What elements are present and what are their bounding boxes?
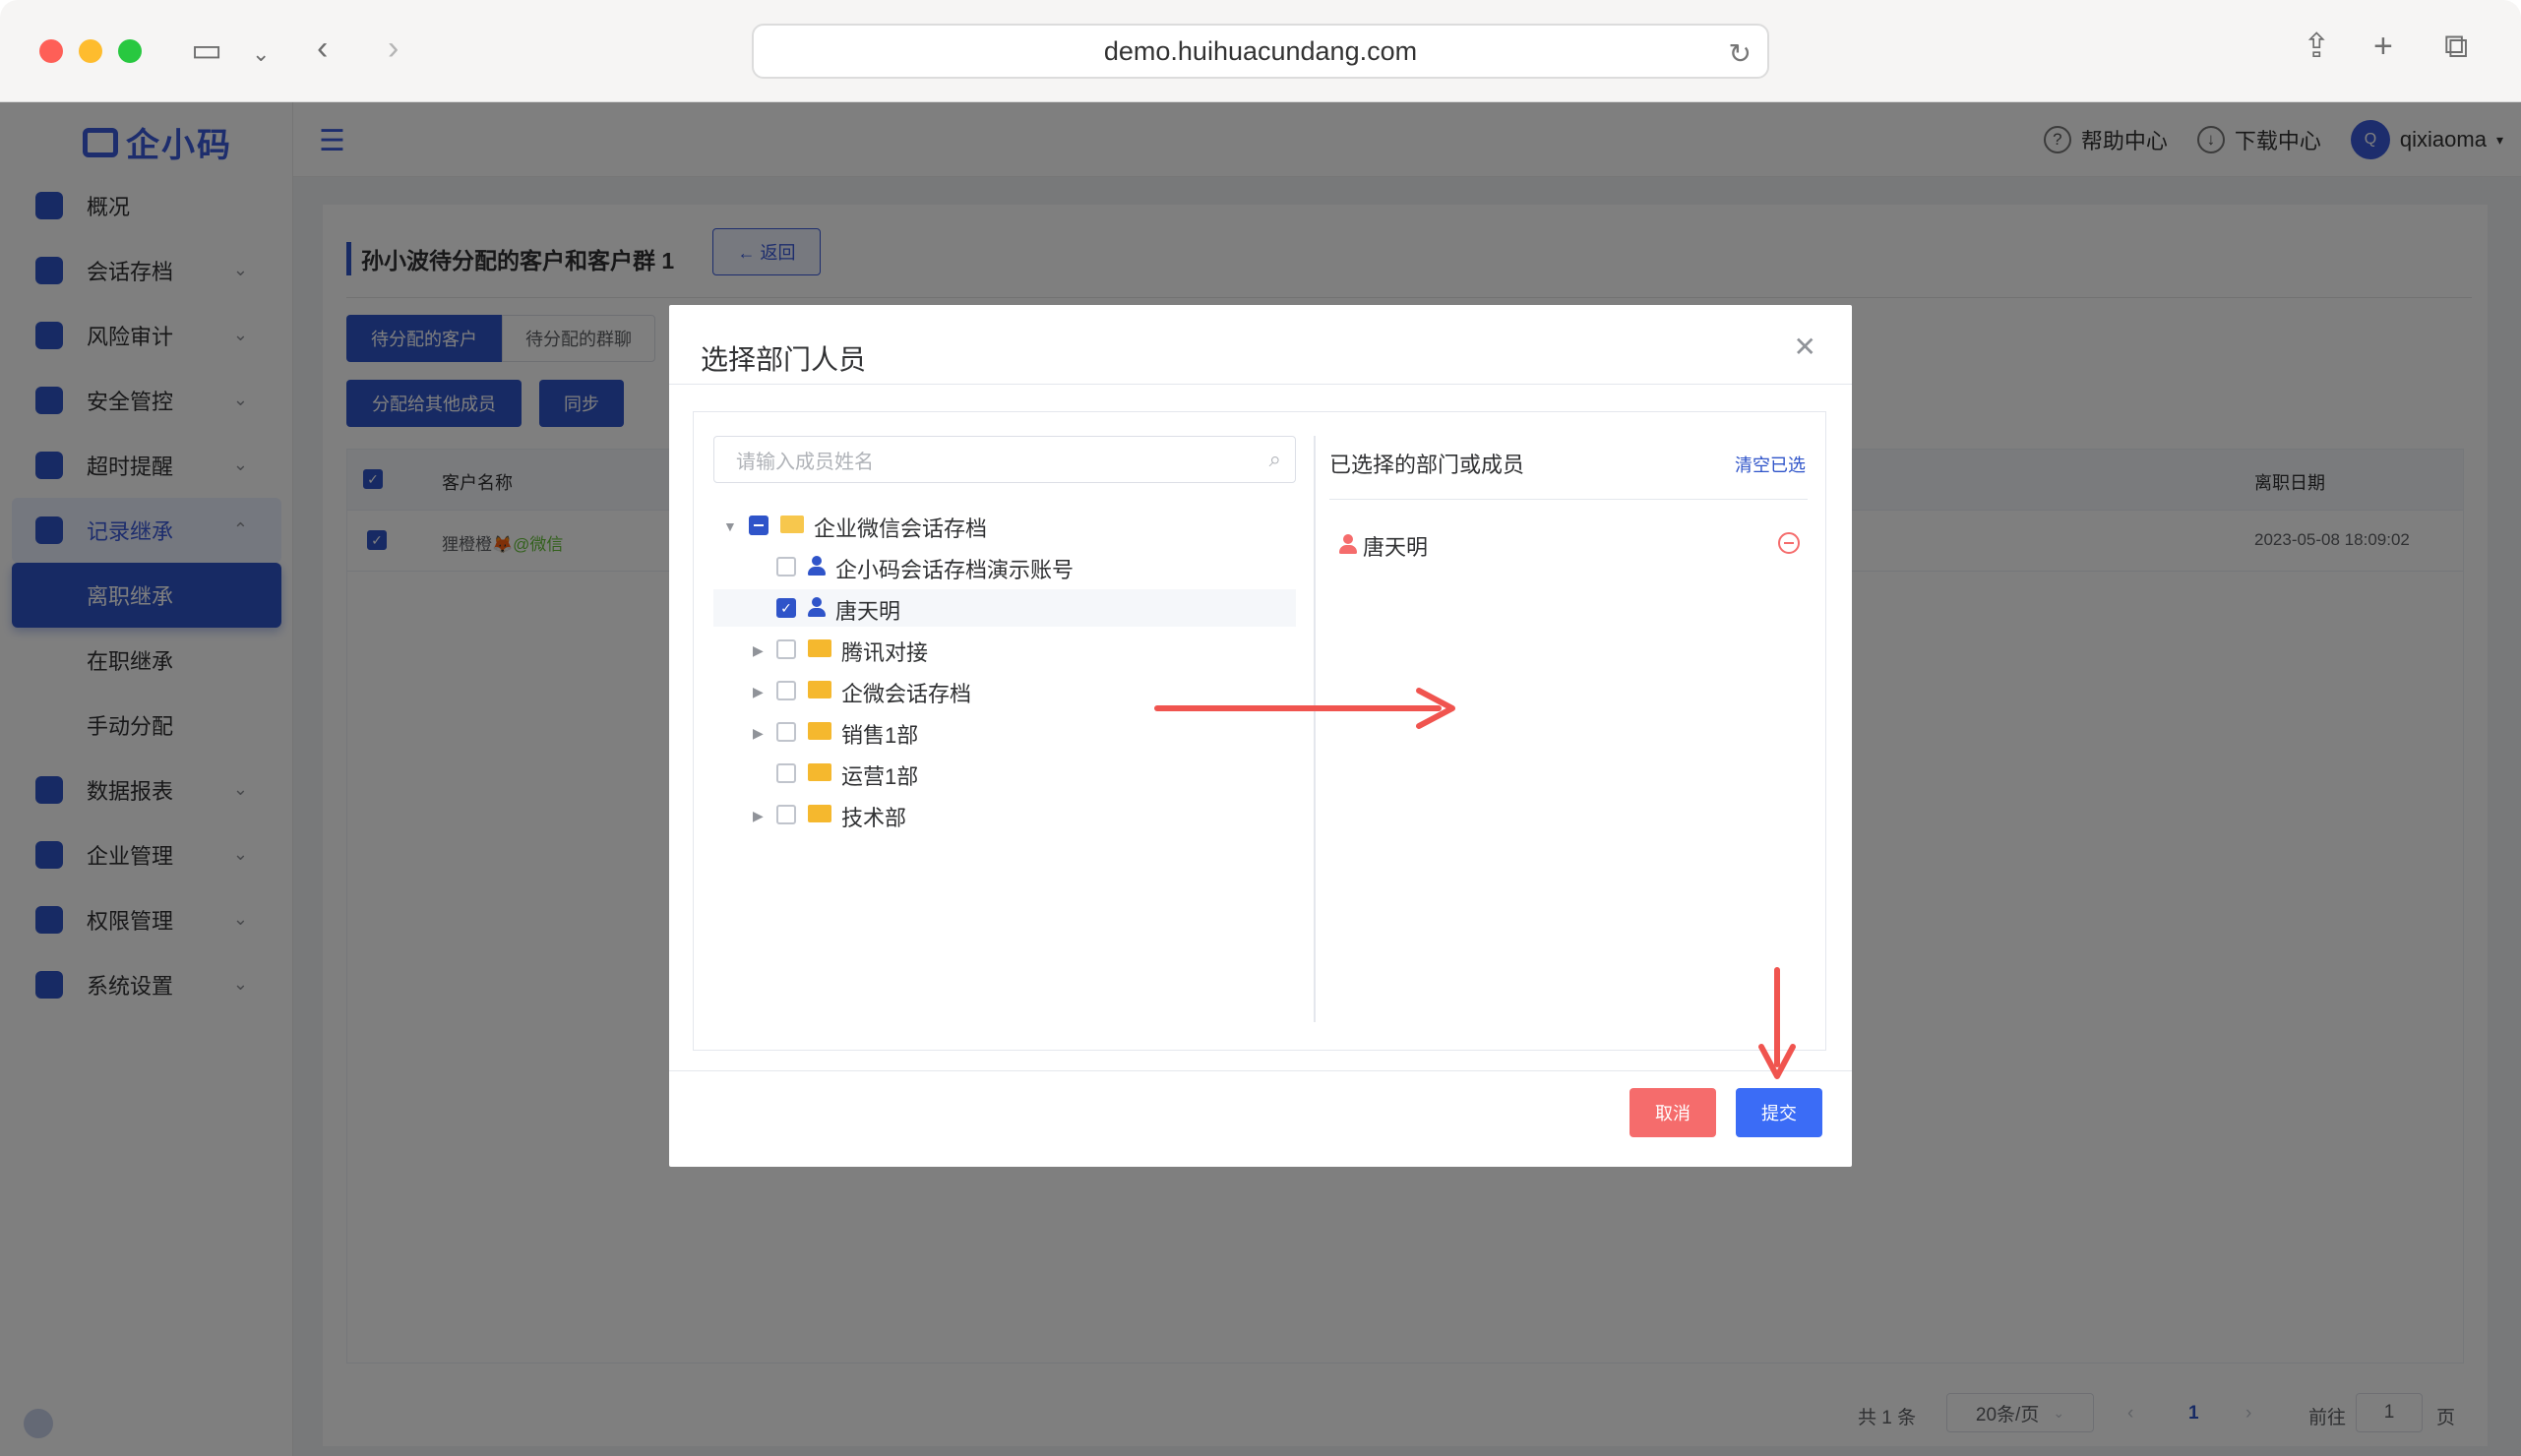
share-icon[interactable]: ⇪ xyxy=(2303,30,2331,63)
select-members-dialog: 选择部门人员 ✕ 请输入成员姓名 ⌕ ▼ 企业微信会话存档 企小码会话存档演示账… xyxy=(669,305,1852,1167)
tree-checkbox[interactable] xyxy=(776,639,796,659)
member-search-input[interactable]: 请输入成员姓名 ⌕ xyxy=(713,436,1296,483)
search-placeholder: 请输入成员姓名 xyxy=(736,451,874,473)
reload-icon[interactable]: ↻ xyxy=(1729,37,1752,70)
caret-right-icon[interactable]: ▶ xyxy=(753,684,764,700)
dialog-title: 选择部门人员 xyxy=(701,344,867,375)
browser-toolbar: ▭ ⌄ ‹ › demo.huihuacundang.com ↻ ⇪ + ⧉ xyxy=(0,0,2521,102)
dialog-footer-divider xyxy=(669,1070,1852,1071)
tree-checkbox[interactable] xyxy=(776,805,796,824)
tab-overview-icon[interactable]: ⧉ xyxy=(2444,30,2468,63)
person-icon xyxy=(808,597,826,617)
panel-divider xyxy=(1314,436,1316,1022)
person-icon xyxy=(1339,534,1357,554)
dialog-header-divider xyxy=(669,384,1852,385)
caret-right-icon[interactable]: ▶ xyxy=(753,642,764,659)
selected-item: 唐天明 xyxy=(1329,526,1808,562)
remove-circle-icon[interactable] xyxy=(1778,532,1800,554)
sidebar-toggle-icon[interactable]: ▭ xyxy=(191,33,222,67)
tree-node-department[interactable]: ▶ 腾讯对接 xyxy=(713,631,1296,668)
address-bar[interactable]: demo.huihuacundang.com ↻ xyxy=(752,24,1769,79)
caret-down-icon[interactable]: ▼ xyxy=(723,518,737,534)
tree-node-department[interactable]: ▶ 技术部 xyxy=(713,796,1296,833)
minimize-window-button[interactable] xyxy=(79,39,102,63)
tree-node-department[interactable]: ▶ 销售1部 xyxy=(713,713,1296,751)
folder-icon xyxy=(808,722,831,740)
tree-checkbox[interactable] xyxy=(776,763,796,783)
tree-checkbox[interactable] xyxy=(776,557,796,576)
folder-open-icon xyxy=(780,516,804,533)
maximize-window-button[interactable] xyxy=(118,39,142,63)
tree-node-label: 腾讯对接 xyxy=(841,640,929,665)
chevron-down-icon[interactable]: ⌄ xyxy=(252,37,270,71)
folder-icon xyxy=(808,805,831,822)
forward-nav-icon[interactable]: › xyxy=(388,31,399,65)
caret-right-icon[interactable]: ▶ xyxy=(753,725,764,742)
tree-node-label: 企小码会话存档演示账号 xyxy=(835,558,1075,582)
tree-node-label: 技术部 xyxy=(841,806,907,830)
search-icon: ⌕ xyxy=(1268,447,1281,471)
new-tab-icon[interactable]: + xyxy=(2373,30,2393,63)
selected-header: 已选择的部门或成员 xyxy=(1329,453,1525,477)
back-nav-icon[interactable]: ‹ xyxy=(317,31,328,65)
caret-right-icon[interactable]: ▶ xyxy=(753,808,764,824)
tree-node-department[interactable]: ▶ 企微会话存档 xyxy=(713,672,1296,709)
person-icon xyxy=(808,556,826,576)
tree-node-root[interactable]: ▼ 企业微信会话存档 xyxy=(713,507,1296,544)
tree-node-person[interactable]: 企小码会话存档演示账号 xyxy=(713,548,1296,585)
tree-checkbox[interactable] xyxy=(776,722,796,742)
url-text: demo.huihuacundang.com xyxy=(1103,35,1418,66)
tree-checkbox[interactable]: ✓ xyxy=(776,598,796,618)
tree-node-label: 企微会话存档 xyxy=(841,682,972,706)
submit-button[interactable]: 提交 xyxy=(1736,1088,1822,1137)
close-window-button[interactable] xyxy=(39,39,63,63)
tree-node-label: 企业微信会话存档 xyxy=(814,516,988,541)
tree-checkbox[interactable] xyxy=(776,681,796,700)
transfer-panel: 请输入成员姓名 ⌕ ▼ 企业微信会话存档 企小码会话存档演示账号 ✓ 唐天明 ▶… xyxy=(693,411,1826,1051)
tree-node-label: 唐天明 xyxy=(835,599,901,624)
tree-node-person[interactable]: ✓ 唐天明 xyxy=(713,589,1296,627)
tree-node-department[interactable]: 运营1部 xyxy=(713,755,1296,792)
selected-divider xyxy=(1329,499,1808,500)
folder-icon xyxy=(808,639,831,657)
close-icon[interactable]: ✕ xyxy=(1794,331,1816,363)
selected-item-label: 唐天明 xyxy=(1363,535,1429,560)
cancel-button[interactable]: 取消 xyxy=(1629,1088,1716,1137)
folder-icon xyxy=(808,681,831,698)
tree-node-label: 销售1部 xyxy=(841,723,919,748)
clear-selection-link[interactable]: 清空已选 xyxy=(1735,452,1806,477)
folder-icon xyxy=(808,763,831,781)
tree-node-label: 运营1部 xyxy=(841,764,919,789)
tree-checkbox[interactable] xyxy=(749,516,769,535)
